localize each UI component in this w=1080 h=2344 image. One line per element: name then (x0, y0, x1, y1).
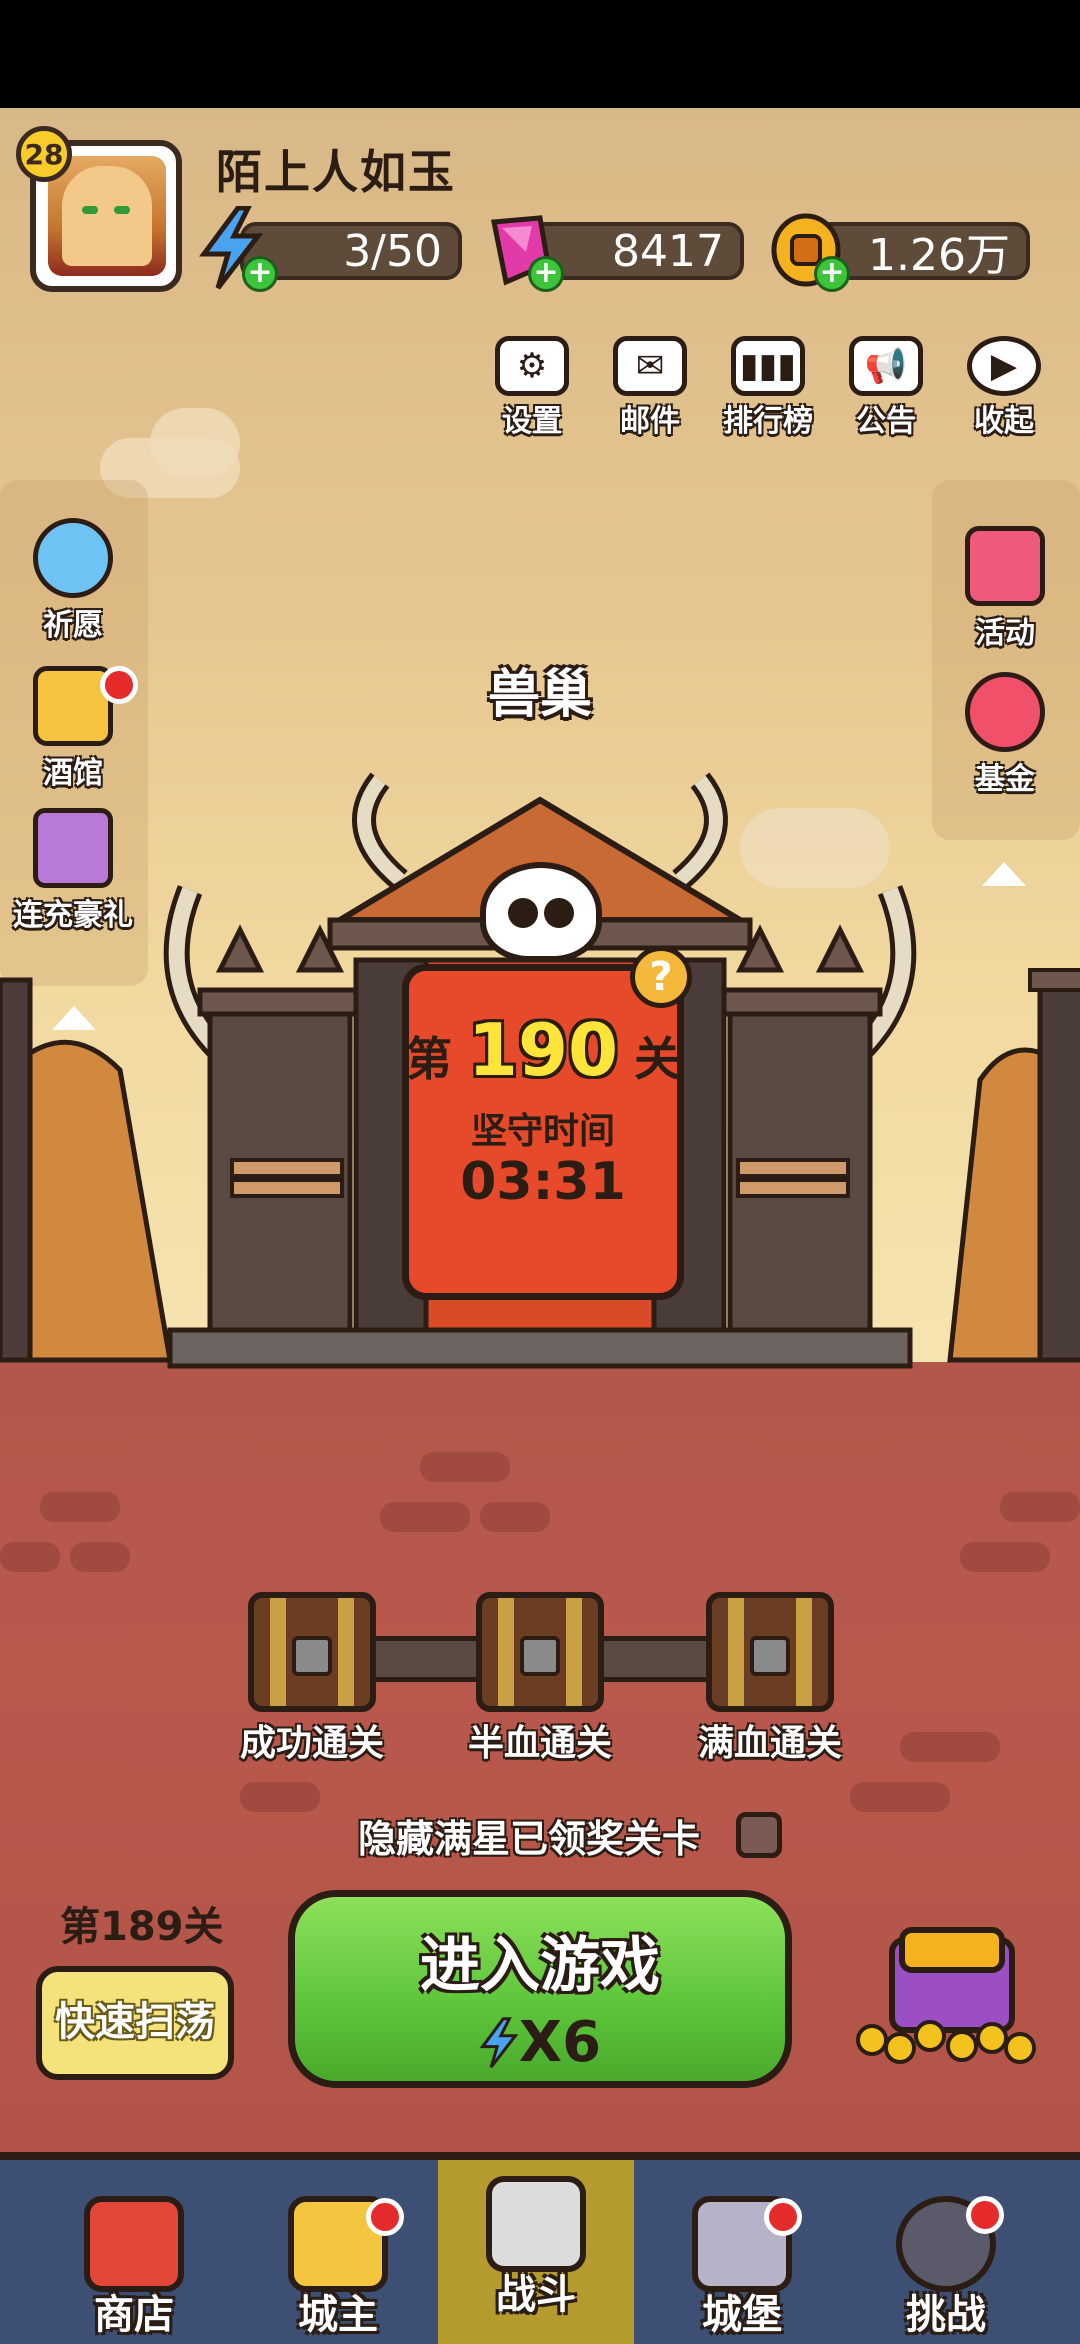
collapse-label: 收起 (974, 404, 1034, 439)
treasure-chest-icon[interactable] (842, 1910, 1042, 2070)
quick-sweep-button[interactable]: 快速扫荡 (36, 1966, 234, 2080)
leaderboard-label: 排行榜 (723, 404, 813, 439)
enter-cost-value: X6 (518, 2010, 602, 2075)
notification-badge (764, 2198, 802, 2236)
event-button[interactable]: 活动 (940, 526, 1070, 652)
player-level-badge: 28 (16, 126, 72, 182)
event-label: 活动 (975, 616, 1035, 651)
nav-challenge[interactable]: 挑战 (848, 2160, 1044, 2344)
nav-lord-label: 城主 (298, 2292, 378, 2338)
crossed-swords-icon (486, 2176, 586, 2272)
enter-cost: X6 (295, 2010, 785, 2075)
mail-button[interactable]: ✉ 邮件 (602, 336, 698, 446)
help-question-icon[interactable]: ? (630, 946, 692, 1008)
hide-completed-checkbox[interactable] (736, 1812, 782, 1858)
leaderboard-icon: ▮▮▮ (731, 336, 805, 396)
area-name: 兽巢 (487, 665, 592, 725)
chest-half-hp-label: 半血通关 (467, 1723, 612, 1764)
mail-icon: ✉ (613, 336, 687, 396)
nav-challenge-label: 挑战 (906, 2292, 986, 2338)
notification-badge (100, 666, 138, 704)
event-icon (965, 526, 1045, 606)
stage-prefix: 第 (405, 1032, 452, 1086)
gold-value: 1.26万 (868, 230, 1010, 281)
settings-label: 设置 (502, 404, 562, 439)
wish-star-icon (33, 518, 113, 598)
wish-button[interactable]: 祈愿 (8, 518, 138, 644)
nav-castle-label: 城堡 (702, 2292, 782, 2338)
stage-number-line: 第 190 关 (402, 1008, 684, 1092)
add-gold-button[interactable]: + (814, 256, 850, 292)
collapse-button[interactable]: ▶ 收起 (956, 336, 1052, 446)
notification-badge (366, 2198, 404, 2236)
collapse-icon: ▶ (967, 336, 1041, 396)
chest-full-hp-label: 满血通关 (697, 1723, 842, 1764)
skull-icon (480, 862, 602, 962)
gear-icon: ⚙ (495, 336, 569, 396)
chest-success[interactable] (242, 1592, 382, 1722)
enter-game-label: 进入游戏 (420, 1931, 660, 2001)
nav-lord[interactable]: 城主 (240, 2160, 436, 2344)
gems-value: 8417 (612, 225, 724, 277)
nav-battle-label: 战斗 (496, 2272, 576, 2318)
announcement-button[interactable]: 📢 公告 (838, 336, 934, 446)
announcement-label: 公告 (856, 404, 916, 439)
lightning-icon (479, 2017, 519, 2069)
player-name: 陌上人如玉 (216, 145, 456, 199)
mail-label: 邮件 (620, 404, 680, 439)
megaphone-icon: 📢 (849, 336, 923, 396)
chest-full-hp[interactable] (700, 1592, 840, 1722)
nav-castle[interactable]: 城堡 (644, 2160, 840, 2344)
defend-time-value: 03:31 (460, 1152, 626, 1212)
hide-completed-label: 隐藏满星已领奖关卡 (358, 1817, 701, 1861)
wish-label: 祈愿 (43, 608, 103, 643)
defend-time-label: 坚守时间 (470, 1111, 615, 1152)
nav-shop[interactable]: 商店 (36, 2160, 232, 2344)
last-stage-label: 第189关 (60, 1904, 224, 1950)
stage-suffix: 关 (634, 1032, 681, 1086)
energy-value: 3/50 (343, 225, 442, 277)
status-bar (0, 0, 1080, 108)
notification-badge (966, 2196, 1004, 2234)
leaderboard-button[interactable]: ▮▮▮ 排行榜 (720, 336, 816, 446)
nav-battle[interactable]: 战斗 (438, 2160, 634, 2344)
settings-button[interactable]: ⚙ 设置 (484, 336, 580, 446)
chest-success-label: 成功通关 (239, 1723, 384, 1764)
nav-shop-label: 商店 (94, 2292, 174, 2338)
add-energy-button[interactable]: + (242, 256, 278, 292)
add-gems-button[interactable]: + (528, 256, 564, 292)
shop-icon (84, 2196, 184, 2292)
enter-game-button[interactable]: 进入游戏 X6 (288, 1890, 792, 2088)
chest-half-hp[interactable] (470, 1592, 610, 1722)
fund-bag-icon (965, 672, 1045, 752)
stage-number: 190 (467, 1008, 619, 1092)
